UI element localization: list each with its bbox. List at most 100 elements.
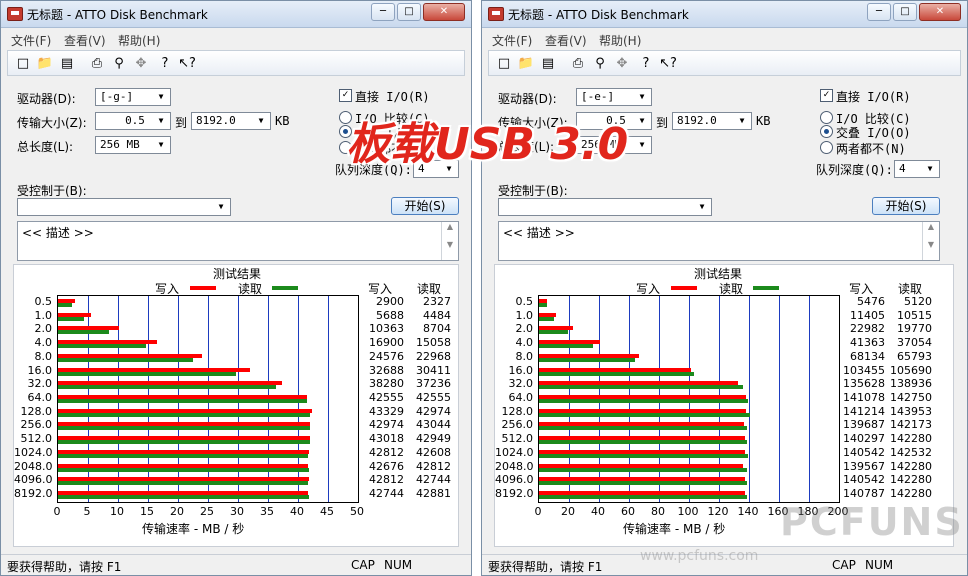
read-value: 65793 [897,349,932,363]
read-bar [539,440,748,445]
write-value: 139687 [843,418,885,432]
category-label: 4096.0 [14,473,53,487]
x-tick-label: 140 [737,505,759,518]
write-value: 42812 [369,445,404,459]
start-button[interactable]: 开始(S) [872,197,940,215]
chevron-down-icon: ▼ [158,92,164,101]
print-preview-icon[interactable]: ⚲ [110,54,128,72]
kb-label: KB [756,114,771,128]
category-label: 2.0 [515,322,534,336]
write-value: 10363 [369,322,404,336]
open-folder-icon[interactable]: 📁 [36,54,54,72]
category-label: 2048.0 [14,459,53,473]
gridline [779,296,780,502]
transfer-from-select[interactable]: 0.5 ▼ [95,112,171,130]
print-icon[interactable]: ⎙ [569,54,587,72]
write-value: 16900 [369,336,404,350]
category-label: 512.0 [20,432,53,446]
menu-file[interactable]: 文件(F) [11,32,51,49]
save-icon[interactable]: ▤ [58,54,76,72]
minimize-button[interactable]: ─ [371,3,395,21]
status-num: NUM [865,558,894,572]
scrollbar[interactable]: ▲ ▼ [922,222,939,260]
transfer-to-select[interactable]: 8192.0 ▼ [191,112,271,130]
close-button[interactable]: ✕ [919,3,961,21]
chevron-down-icon: ▼ [927,164,933,173]
context-help-icon[interactable]: ↖? [178,54,196,72]
new-file-icon[interactable]: □ [495,54,513,72]
x-tick-label: 5 [83,505,91,518]
chevron-down-icon: ▼ [158,116,164,125]
read-bar [539,467,748,472]
close-button[interactable]: ✕ [423,3,465,21]
context-help-icon[interactable]: ↖? [659,54,677,72]
overlap-io-radio[interactable] [820,125,833,138]
save-icon[interactable]: ▤ [539,54,557,72]
category-label: 512.0 [501,432,534,446]
total-length-value: 256 MB [100,138,140,151]
status-cap: CAP [351,558,375,572]
category-label: 4.0 [34,336,53,350]
menu-view[interactable]: 查看(V) [545,32,587,49]
read-bar [539,344,594,349]
write-value: 68134 [850,349,885,363]
window-title: 无标题 - ATTO Disk Benchmark [508,8,689,22]
direct-io-checkbox[interactable]: ✓ [339,89,352,102]
overlap-io-label: 交叠 I/O(O) [836,126,911,140]
controlled-by-select[interactable]: ▼ [17,198,231,216]
drive-select[interactable]: [-g-] ▼ [95,88,171,106]
transfer-to-select[interactable]: 8192.0 ▼ [672,112,752,130]
total-length-select[interactable]: 256 MB ▼ [95,136,171,154]
legend-write-swatch [671,286,697,290]
direct-io-checkbox[interactable]: ✓ [820,89,833,102]
move-icon[interactable]: ✥ [613,54,631,72]
open-folder-icon[interactable]: 📁 [517,54,535,72]
new-file-icon[interactable]: □ [14,54,32,72]
category-label: 1.0 [515,308,534,322]
help-icon[interactable]: ? [156,54,174,72]
watermark-brand: PCFUNS [780,500,964,544]
start-button[interactable]: 开始(S) [391,197,459,215]
menu-help[interactable]: 帮助(H) [118,32,160,49]
read-bar [539,302,547,307]
read-value: 42974 [416,404,451,418]
maximize-button[interactable]: □ [893,3,917,21]
minimize-button[interactable]: ─ [867,3,891,21]
drive-select[interactable]: [-e-] ▼ [576,88,652,106]
read-bar [58,399,308,403]
scrollbar[interactable]: ▲ ▼ [441,222,458,260]
read-bar [539,412,750,417]
write-value: 141214 [843,404,885,418]
menu-file[interactable]: 文件(F) [492,32,532,49]
category-label: 128.0 [20,404,53,418]
legend-write-swatch [190,286,216,290]
description-box[interactable]: << 描述 >> ▲ ▼ [498,221,940,261]
chart-plot-area [57,295,359,503]
queue-depth-select[interactable]: 4 ▼ [894,160,940,178]
description-box[interactable]: << 描述 >> ▲ ▼ [17,221,459,261]
read-value: 143953 [890,404,932,418]
read-value: 42881 [416,487,451,501]
move-icon[interactable]: ✥ [132,54,150,72]
title-bar[interactable]: 无标题 - ATTO Disk Benchmark ─ □ ✕ [1,1,471,28]
chevron-down-icon: ▼ [639,140,645,149]
menu-view[interactable]: 查看(V) [64,32,106,49]
read-value: 142280 [890,432,932,446]
neither-radio[interactable] [820,141,833,154]
category-label: 2048.0 [495,459,534,473]
controlled-by-select[interactable]: ▼ [498,198,712,216]
write-value: 38280 [369,377,404,391]
print-icon[interactable]: ⎙ [88,54,106,72]
io-compare-radio[interactable] [820,111,833,124]
write-value: 5476 [857,294,885,308]
controlled-by-label: 受控制于(B): [498,184,568,198]
menu-help[interactable]: 帮助(H) [599,32,641,49]
write-value: 22982 [850,322,885,336]
help-icon[interactable]: ? [637,54,655,72]
print-preview-icon[interactable]: ⚲ [591,54,609,72]
x-tick-label: 50 [350,505,364,518]
drive-label: 驱动器(D): [498,92,557,106]
maximize-button[interactable]: □ [397,3,421,21]
category-label: 4096.0 [495,473,534,487]
title-bar[interactable]: 无标题 - ATTO Disk Benchmark ─ □ ✕ [482,1,967,28]
